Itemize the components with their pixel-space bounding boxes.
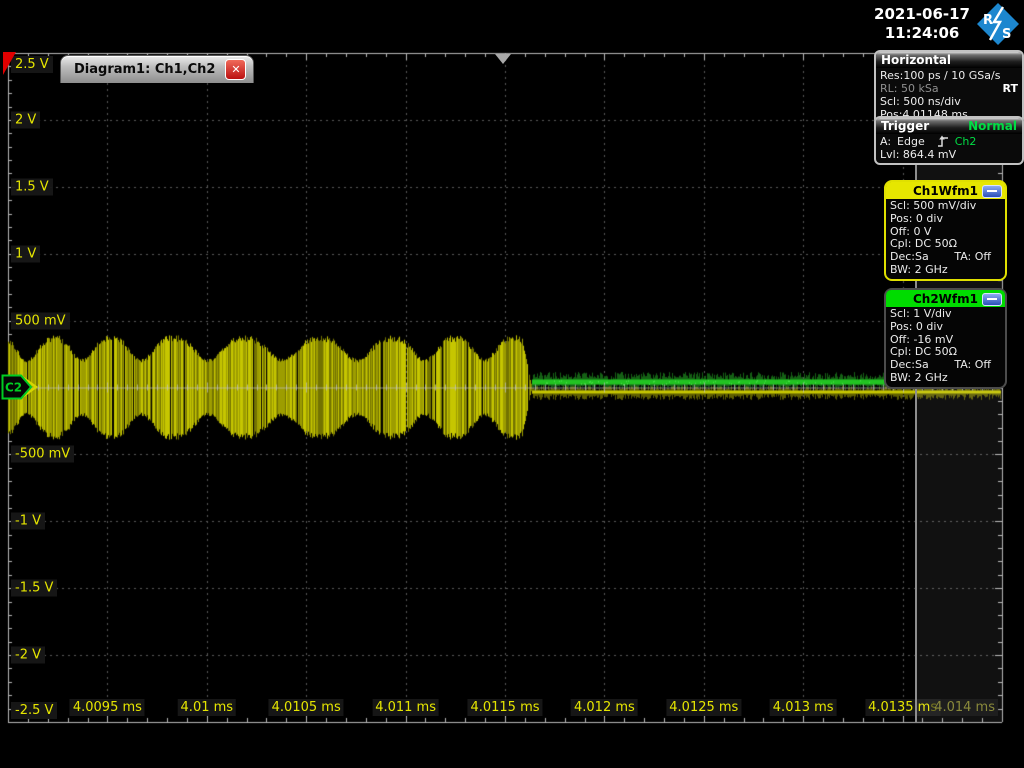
minimize-icon[interactable] bbox=[982, 185, 1002, 198]
y-axis-label: -2 V bbox=[11, 647, 45, 664]
trigger-level: Lvl: 864.4 mV bbox=[880, 148, 1018, 161]
horizontal-record-length: RL: 50 kSa bbox=[880, 82, 939, 95]
ch2-waveform-panel[interactable]: Ch2Wfm1 Scl: 1 V/div Pos: 0 div Off: -16… bbox=[884, 288, 1007, 389]
diagram-tab[interactable]: Diagram1: Ch1,Ch2 ✕ bbox=[60, 55, 254, 83]
x-axis-label: 4.0125 ms bbox=[666, 699, 741, 716]
diagram-waveform-area[interactable] bbox=[0, 0, 1024, 768]
realtime-badge: RT bbox=[1003, 82, 1018, 95]
trigger-level-flag-icon[interactable] bbox=[3, 52, 16, 75]
rohde-schwarz-logo-icon: R S bbox=[975, 1, 1021, 47]
horizontal-panel[interactable]: Horizontal Res:100 ps / 10 GSa/s RL: 50 … bbox=[874, 50, 1024, 125]
close-icon[interactable]: ✕ bbox=[225, 59, 246, 80]
y-axis-label: -2.5 V bbox=[11, 702, 57, 719]
trigger-panel[interactable]: Trigger Normal A: Edge Ch2 Lvl: 864.4 mV bbox=[874, 116, 1024, 165]
ch1-scale: Scl: 500 mV/div bbox=[890, 200, 1001, 213]
x-axis-label: 4.0115 ms bbox=[467, 699, 542, 716]
trigger-type: Edge bbox=[897, 135, 925, 148]
oscilloscope-screen: 2021-06-17 11:24:06 R S Diagram1: Ch1,Ch… bbox=[0, 0, 1024, 768]
svg-text:R: R bbox=[983, 13, 993, 28]
date-text: 2021-06-17 bbox=[874, 5, 970, 24]
ch1-title: Ch1Wfm1 bbox=[913, 184, 978, 198]
x-axis-label: 4.0095 ms bbox=[70, 699, 145, 716]
y-axis-label: -1 V bbox=[11, 513, 45, 530]
x-axis-label: 4.012 ms bbox=[571, 699, 638, 716]
ch1-trace-arithmetic: TA: Off bbox=[954, 251, 991, 264]
ch2-position: Pos: 0 div bbox=[890, 321, 1001, 334]
trigger-position-marker-icon[interactable] bbox=[495, 54, 511, 64]
y-axis-label: 1.5 V bbox=[11, 178, 53, 195]
ch2-panel-header: Ch2Wfm1 bbox=[886, 290, 1005, 307]
ch1-bandwidth: BW: 2 GHz bbox=[890, 264, 1001, 277]
ch2-bandwidth: BW: 2 GHz bbox=[890, 372, 1001, 385]
trigger-panel-header: Trigger Normal bbox=[876, 118, 1022, 134]
y-axis-label: 500 mV bbox=[11, 312, 70, 329]
x-axis-label: 4.013 ms bbox=[770, 699, 837, 716]
ch1-position: Pos: 0 div bbox=[890, 213, 1001, 226]
y-axis-label: -1.5 V bbox=[11, 580, 57, 597]
x-axis-label: 4.0105 ms bbox=[269, 699, 344, 716]
trigger-mode: Normal bbox=[968, 118, 1017, 134]
y-axis-label: 2.5 V bbox=[11, 56, 53, 73]
ch2-title: Ch2Wfm1 bbox=[913, 292, 978, 306]
y-axis-label: 2 V bbox=[11, 111, 40, 128]
diagram-tab-label: Diagram1: Ch1,Ch2 bbox=[74, 62, 215, 77]
time-text: 11:24:06 bbox=[874, 24, 970, 43]
rising-edge-icon bbox=[937, 135, 949, 148]
horizontal-panel-header: Horizontal bbox=[876, 52, 1022, 68]
ch2-ground-marker-icon[interactable]: C2 bbox=[1, 374, 33, 400]
trigger-source-label: A: bbox=[880, 135, 891, 148]
x-axis-label: 4.011 ms bbox=[372, 699, 439, 716]
horizontal-resolution: Res:100 ps / 10 GSa/s bbox=[880, 69, 1018, 82]
datetime-display: 2021-06-17 11:24:06 bbox=[874, 5, 970, 43]
ch2-trace-arithmetic: TA: Off bbox=[954, 359, 991, 372]
trigger-source: Ch2 bbox=[955, 135, 977, 148]
trigger-title: Trigger bbox=[881, 118, 929, 134]
y-axis-label: 1 V bbox=[11, 245, 40, 262]
ch1-waveform-panel[interactable]: Ch1Wfm1 Scl: 500 mV/div Pos: 0 div Off: … bbox=[884, 180, 1007, 281]
svg-text:S: S bbox=[1002, 27, 1011, 42]
svg-text:C2: C2 bbox=[5, 381, 22, 395]
x-axis-label: 4.01 ms bbox=[178, 699, 237, 716]
horizontal-scale: Scl: 500 ns/div bbox=[880, 95, 1018, 108]
minimize-icon[interactable] bbox=[982, 293, 1002, 306]
ch1-panel-header: Ch1Wfm1 bbox=[886, 182, 1005, 199]
horizontal-title: Horizontal bbox=[881, 52, 951, 68]
y-axis-label: -500 mV bbox=[11, 446, 74, 463]
ch2-scale: Scl: 1 V/div bbox=[890, 308, 1001, 321]
